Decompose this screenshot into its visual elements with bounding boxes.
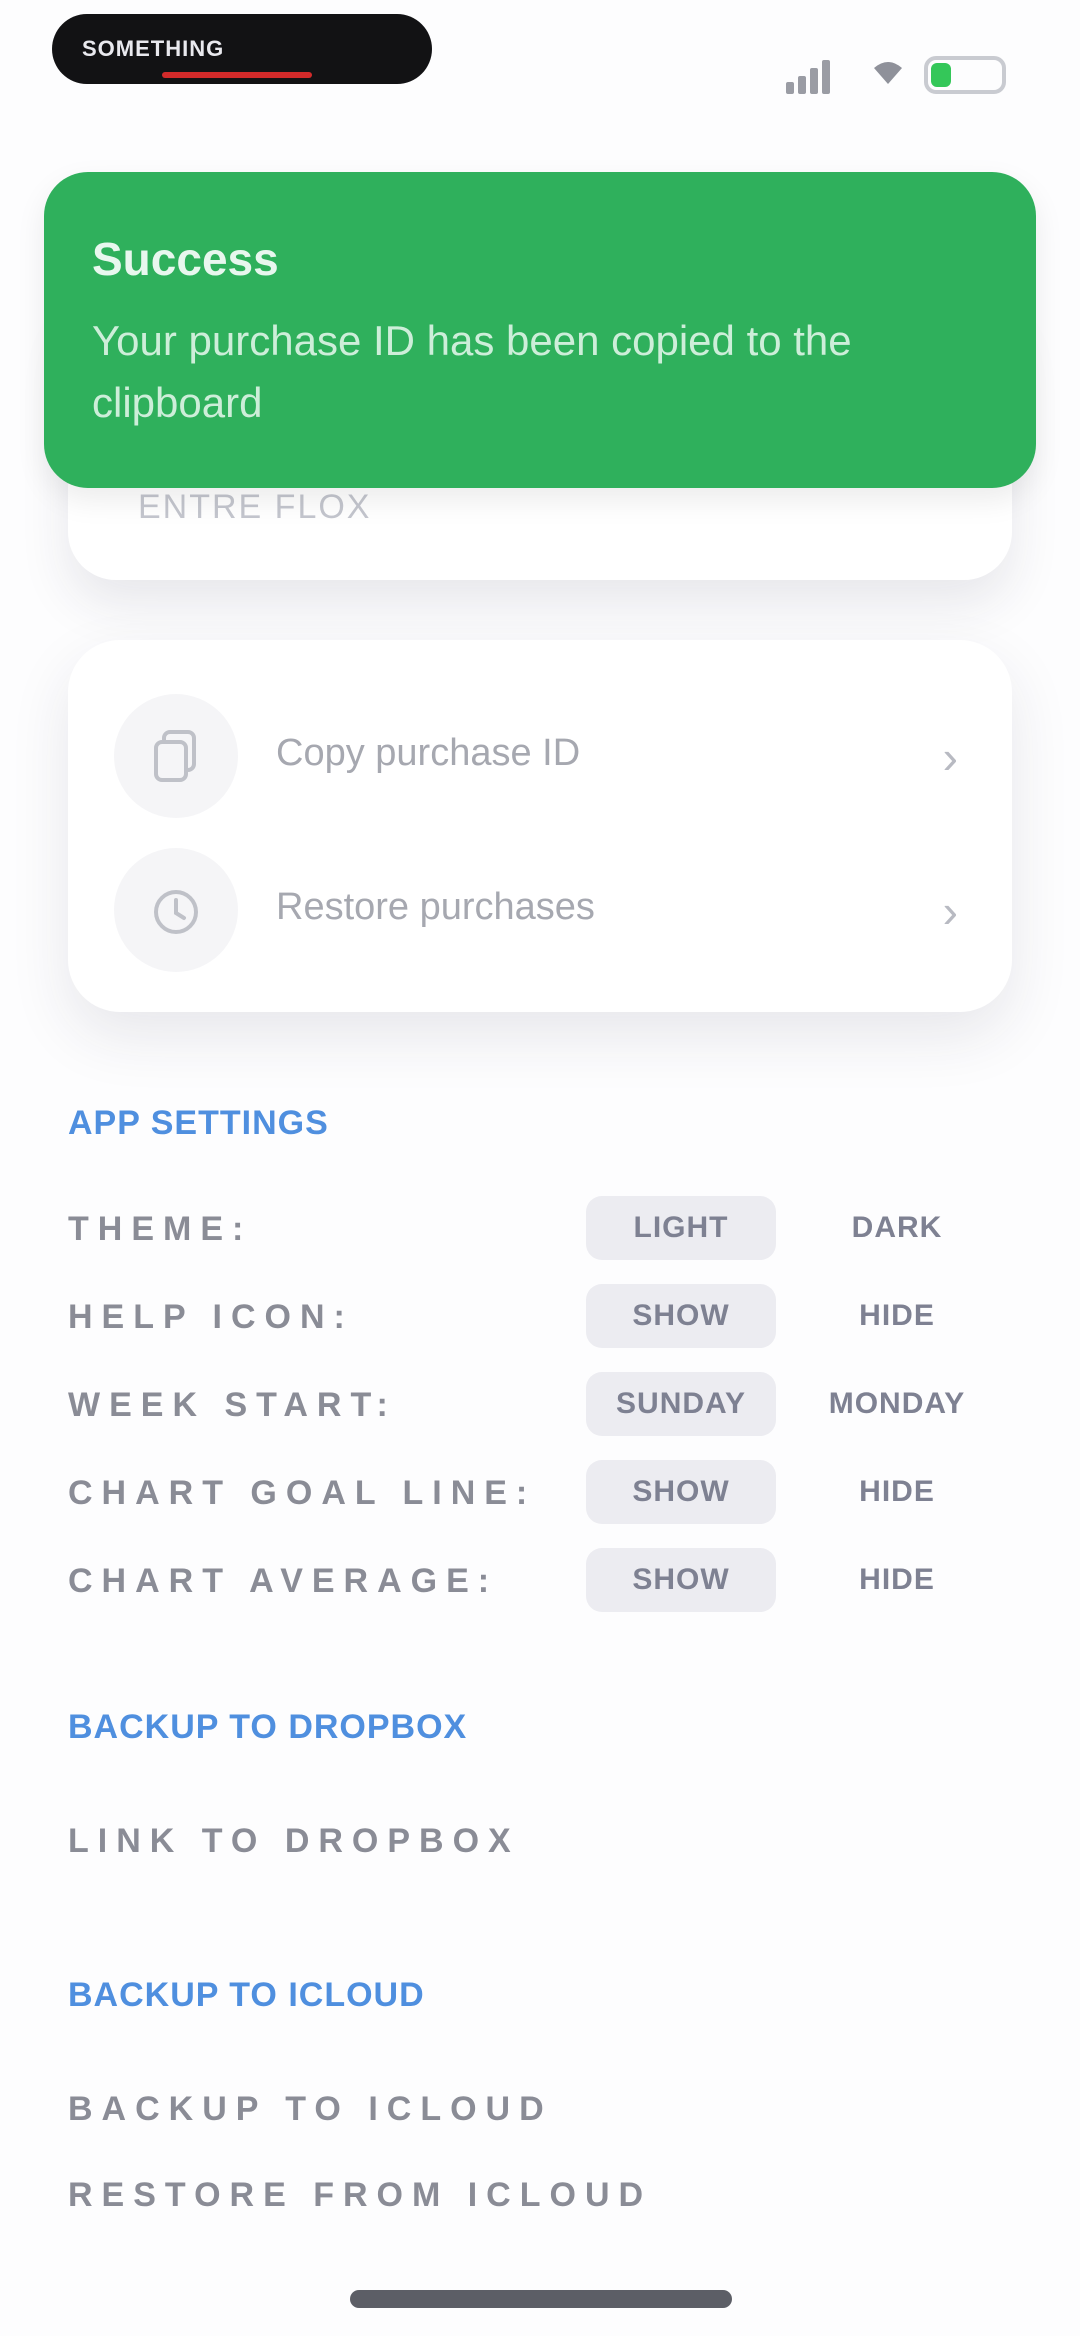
setting-label: CHART GOAL LINE: <box>68 1474 537 1512</box>
subscription-card-text: ENTRE FLOX <box>138 488 372 526</box>
option-show-button[interactable]: SHOW <box>586 1460 776 1524</box>
option-dark-button[interactable]: DARK <box>802 1196 992 1260</box>
restore-from-icloud-button[interactable]: RESTORE FROM ICLOUD <box>68 2176 652 2215</box>
copy-purchase-id-label: Copy purchase ID <box>276 732 581 774</box>
island-text: SOMETHING <box>82 36 225 61</box>
option-show-button[interactable]: SHOW <box>586 1284 776 1348</box>
option-show-button[interactable]: SHOW <box>586 1548 776 1612</box>
setting-label: WEEK START: <box>68 1386 397 1424</box>
backup-to-icloud-button[interactable]: BACKUP TO ICLOUD <box>68 2090 553 2129</box>
success-toast[interactable]: Success Your purchase ID has been copied… <box>44 172 1036 488</box>
home-indicator <box>350 2290 732 2308</box>
option-sunday-button[interactable]: SUNDAY <box>586 1372 776 1436</box>
option-hide-button[interactable]: HIDE <box>802 1460 992 1524</box>
setting-row-chart-goal-line: CHART GOAL LINE: SHOW HIDE <box>68 1460 1012 1526</box>
setting-row-week-start: WEEK START: SUNDAY MONDAY <box>68 1372 1012 1438</box>
option-hide-button[interactable]: HIDE <box>802 1548 992 1612</box>
signal-icon <box>786 60 836 94</box>
link-to-dropbox-button[interactable]: LINK TO DROPBOX <box>68 1822 520 1861</box>
dynamic-island: SOMETHING <box>52 14 432 84</box>
wifi-icon <box>874 62 902 84</box>
copy-icon <box>114 694 238 818</box>
island-progress <box>162 72 312 78</box>
restore-icon <box>114 848 238 972</box>
app-settings-title: APP SETTINGS <box>68 1104 329 1142</box>
option-monday-button[interactable]: MONDAY <box>802 1372 992 1436</box>
setting-label: THEME: <box>68 1210 253 1248</box>
battery-icon <box>924 56 1006 94</box>
option-light-button[interactable]: LIGHT <box>586 1196 776 1260</box>
restore-purchases-row[interactable]: Restore purchases › <box>68 834 1012 984</box>
setting-label: CHART AVERAGE: <box>68 1562 499 1600</box>
chevron-right-icon: › <box>942 885 958 937</box>
battery-fill <box>931 63 951 87</box>
restore-purchases-label: Restore purchases <box>276 886 595 928</box>
settings-screen: SOMETHING ENTRE FLOX Success Your purcha… <box>0 0 1080 2336</box>
purchase-actions-card: Copy purchase ID › Restore purchases › <box>68 640 1012 1012</box>
setting-row-theme: THEME: LIGHT DARK <box>68 1196 1012 1262</box>
toast-title: Success <box>92 233 279 285</box>
chevron-right-icon: › <box>942 731 958 783</box>
toast-message: Your purchase ID has been copied to the … <box>92 317 852 426</box>
option-hide-button[interactable]: HIDE <box>802 1284 992 1348</box>
dropbox-section-title: BACKUP TO DROPBOX <box>68 1708 468 1746</box>
setting-label: HELP ICON: <box>68 1298 354 1336</box>
status-bar: SOMETHING <box>0 0 1080 120</box>
copy-purchase-id-row[interactable]: Copy purchase ID › <box>68 680 1012 830</box>
icloud-section-title: BACKUP TO ICLOUD <box>68 1976 425 2014</box>
setting-row-help-icon: HELP ICON: SHOW HIDE <box>68 1284 1012 1350</box>
setting-row-chart-average: CHART AVERAGE: SHOW HIDE <box>68 1548 1012 1614</box>
